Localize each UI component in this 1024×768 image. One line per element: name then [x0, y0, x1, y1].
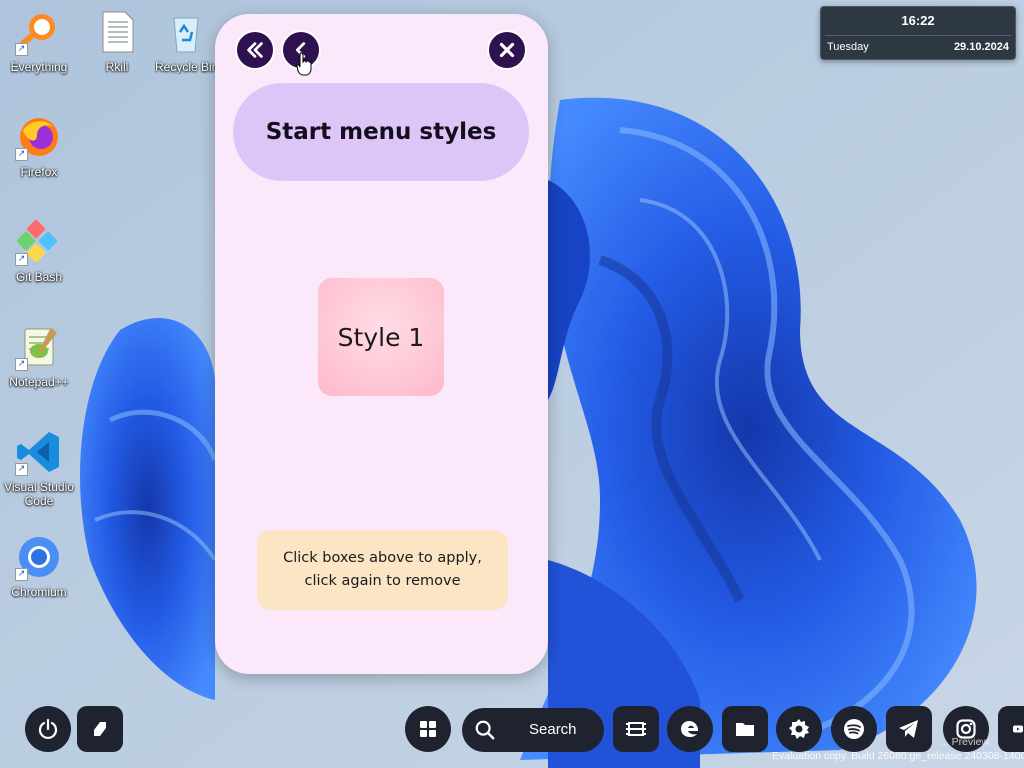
instructions-line-2: click again to remove: [304, 573, 461, 589]
recycle-bin-icon: [162, 8, 210, 56]
chromium-icon: ↗: [15, 533, 63, 581]
evaluation-watermark: Evaluation copy. Build 26080.ge_release.…: [772, 750, 1024, 762]
clock-time: 16:22: [901, 13, 935, 28]
app-icon: [94, 722, 106, 736]
shortcut-arrow-icon: ↗: [15, 568, 28, 581]
back-button[interactable]: [281, 30, 321, 70]
firefox-icon: ↗: [15, 113, 63, 161]
film-icon: [626, 722, 646, 736]
desktop-icon-label: Chromium: [11, 585, 67, 599]
panel-title: Start menu styles: [233, 83, 529, 181]
taskbar-settings-button[interactable]: [776, 706, 822, 752]
notepad-plus-plus-icon: ↗: [15, 323, 63, 371]
taskbar-folder-button[interactable]: [722, 706, 768, 752]
desktop-icon-firefox[interactable]: ↗ Firefox: [1, 113, 77, 179]
taskbar-film-button[interactable]: [613, 706, 659, 752]
instructions-line-1: Click boxes above to apply,: [283, 550, 482, 566]
folder-icon: [736, 723, 754, 736]
search-icon: [475, 720, 495, 740]
desktop-icon-label: Everything: [10, 60, 68, 74]
vscode-icon: ↗: [15, 428, 63, 476]
desktop-icon-chromium[interactable]: ↗ Chromium: [1, 533, 77, 599]
edge-icon: [681, 721, 698, 737]
double-chevron-left-icon: [247, 42, 263, 58]
app-launcher-button[interactable]: [77, 706, 123, 752]
start-button[interactable]: [405, 706, 451, 752]
style-1-option[interactable]: Style 1: [318, 278, 444, 396]
taskbar-edge-button[interactable]: [667, 706, 713, 752]
shortcut-arrow-icon: ↗: [15, 463, 28, 476]
desktop-icon-label: Notepad++: [9, 375, 69, 389]
back-to-start-button[interactable]: [235, 30, 275, 70]
power-icon: [38, 718, 58, 740]
text-document-icon: [93, 8, 141, 56]
desktop-icon-everything[interactable]: ↗ Everything: [1, 8, 77, 74]
shortcut-arrow-icon: ↗: [15, 358, 28, 371]
everything-search-icon: ↗: [15, 8, 63, 56]
clock-widget: 16:22 Tuesday 29.10.2024: [820, 6, 1016, 60]
desktop-icon-label: Git Bash: [15, 270, 63, 284]
git-bash-icon: ↗: [15, 218, 63, 266]
start-icon: [420, 721, 436, 737]
shortcut-arrow-icon: ↗: [15, 253, 28, 266]
watermark-partial-text: ... Preview: [940, 736, 990, 748]
desktop-icon-label: Rkill: [105, 60, 129, 74]
shortcut-arrow-icon: ↗: [15, 43, 28, 56]
desktop-icon-vscode[interactable]: ↗ Visual Studio Code: [1, 428, 77, 508]
chevron-left-icon: [295, 42, 306, 58]
settings-icon: [789, 719, 809, 739]
start-menu-styles-panel: Start menu styles Style 1 Click boxes ab…: [215, 14, 548, 674]
clock-day: Tuesday: [827, 41, 869, 53]
taskbar-search[interactable]: Search: [462, 708, 604, 752]
desktop-icon-rkill[interactable]: Rkill: [79, 8, 155, 74]
taskbar-spotify-button[interactable]: [831, 706, 877, 752]
taskbar-telegram-button[interactable]: [886, 706, 932, 752]
desktop-icon-label: Firefox: [20, 165, 58, 179]
instructions-box: Click boxes above to apply, click again …: [257, 530, 508, 610]
desktop-icon-git-bash[interactable]: ↗ Git Bash: [1, 218, 77, 284]
search-label: Search: [529, 721, 577, 738]
clock-divider: [825, 35, 1011, 36]
clock-date: 29.10.2024: [953, 41, 1009, 53]
close-button[interactable]: [487, 30, 527, 70]
desktop-icon-label: Recycle Bin: [155, 60, 217, 74]
close-icon: [499, 42, 515, 58]
desktop-icon-notepad-plus-plus[interactable]: ↗ Notepad++: [1, 323, 77, 389]
desktop-icon-recycle-bin[interactable]: Recycle Bin: [155, 8, 217, 74]
desktop-icon-label: Visual Studio Code: [4, 480, 74, 508]
shortcut-arrow-icon: ↗: [15, 148, 28, 161]
spotify-icon: [844, 719, 864, 739]
power-button[interactable]: [25, 706, 71, 752]
telegram-icon: [899, 720, 918, 738]
